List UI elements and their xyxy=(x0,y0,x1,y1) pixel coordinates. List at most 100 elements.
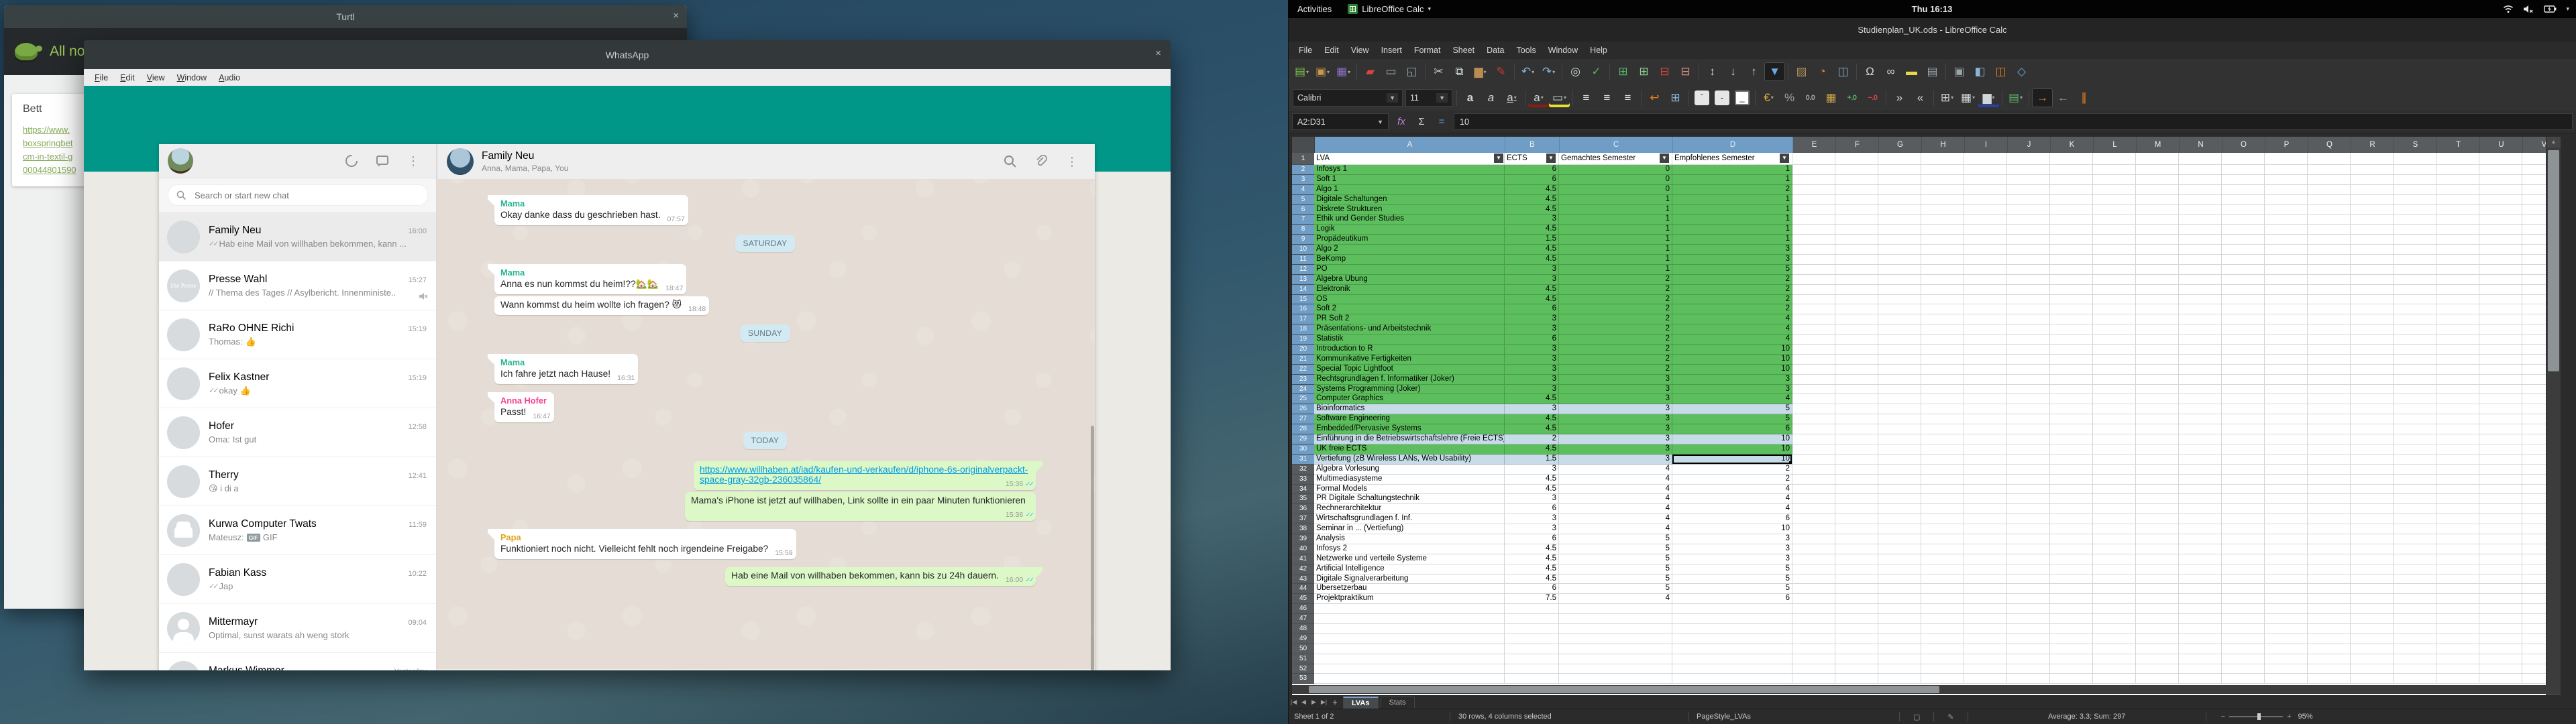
row-header[interactable]: 3 xyxy=(1292,175,1314,185)
cell-ects[interactable]: 1.5 xyxy=(1505,235,1559,245)
cell-gemachtes-semester[interactable]: 2 xyxy=(1559,285,1672,295)
column-header[interactable]: K xyxy=(2051,137,2094,153)
cell-empfohlenes-semester[interactable]: 1 xyxy=(1672,215,1792,225)
table-row[interactable]: 4 Algo 1 4.5 0 2 xyxy=(1292,185,2558,195)
cell-gemachtes-semester[interactable] xyxy=(1559,654,1672,664)
message-sender[interactable]: Anna Hofer xyxy=(500,396,548,406)
cell-course[interactable] xyxy=(1314,664,1505,674)
cell-empfohlenes-semester[interactable] xyxy=(1672,604,1792,614)
cell-empfohlenes-semester[interactable]: 6 xyxy=(1672,514,1792,524)
paste-icon[interactable]: ▆ xyxy=(1470,62,1491,81)
cell-course[interactable]: Vertiefung (zB Wireless LANs, Web Usabil… xyxy=(1314,455,1505,465)
cell-course[interactable]: BeKomp xyxy=(1314,255,1505,265)
row-header[interactable]: 51 xyxy=(1292,654,1314,664)
headers-and-footers-icon[interactable]: ▣ xyxy=(1949,62,1970,81)
cell-course[interactable] xyxy=(1314,674,1505,684)
cell-ects[interactable] xyxy=(1505,604,1559,614)
table-row[interactable]: 5 Digitale Schaltungen 4.5 1 1 xyxy=(1292,195,2558,205)
row-header[interactable]: 5 xyxy=(1292,195,1314,205)
copy-icon[interactable]: ⧉ xyxy=(1449,62,1470,81)
cell-empfohlenes-semester[interactable] xyxy=(1672,644,1792,654)
cell-course[interactable]: PR Soft 2 xyxy=(1314,314,1505,324)
table-row[interactable]: 9 Propädeutikum 1.5 1 1 xyxy=(1292,235,2558,245)
cell-d1[interactable]: ▼Empfohlenes Semester xyxy=(1672,153,1792,165)
cell-gemachtes-semester[interactable]: 0 xyxy=(1559,175,1672,185)
table-row[interactable]: 16 Soft 2 6 2 2 xyxy=(1292,304,2558,314)
message-sender[interactable]: Mama xyxy=(500,357,632,367)
table-row[interactable]: 29 Einführung in die Betriebswirtschafts… xyxy=(1292,434,2558,444)
cell-empfohlenes-semester[interactable]: 4 xyxy=(1672,504,1792,514)
cell-course[interactable]: Seminar in ... (Vertiefung) xyxy=(1314,524,1505,534)
valign-top-icon[interactable]: ˉ xyxy=(1695,90,1709,105)
table-row[interactable]: 33 Multimediasysteme 4.5 4 2 xyxy=(1292,475,2558,485)
percent-icon[interactable]: % xyxy=(1779,88,1800,107)
cell-empfohlenes-semester[interactable]: 6 xyxy=(1672,424,1792,434)
row-header[interactable]: 49 xyxy=(1292,634,1314,644)
cell-empfohlenes-semester[interactable]: 3 xyxy=(1672,554,1792,564)
cell-gemachtes-semester[interactable]: 4 xyxy=(1559,485,1672,495)
cell-empfohlenes-semester[interactable]: 5 xyxy=(1672,584,1792,594)
whatsapp-close-icon[interactable]: × xyxy=(1155,48,1161,59)
cell-gemachtes-semester[interactable]: 2 xyxy=(1559,324,1672,335)
cell-empfohlenes-semester[interactable]: 2 xyxy=(1672,285,1792,295)
calc-menu-item[interactable]: Sheet xyxy=(1446,46,1481,55)
table-row[interactable]: 40 Infosys 2 4.5 5 3 xyxy=(1292,544,2558,554)
cell-ects[interactable]: 4.5 xyxy=(1505,285,1559,295)
cell-gemachtes-semester[interactable]: 1 xyxy=(1559,205,1672,215)
table-row[interactable]: 28 Embedded/Pervasive Systems 4.5 3 6 xyxy=(1292,424,2558,434)
cell-ects[interactable]: 6 xyxy=(1505,534,1559,544)
cell-course[interactable]: Wirtschaftsgrundlagen f. Inf. xyxy=(1314,514,1505,524)
row-header[interactable]: 18 xyxy=(1292,324,1314,335)
table-row[interactable]: 26 Bioinformatics 3 3 5 xyxy=(1292,404,2558,414)
cell-course[interactable]: Einführung in die Betriebswirtschaftsleh… xyxy=(1314,434,1505,444)
cell-ects[interactable]: 4.5 xyxy=(1505,195,1559,205)
row-header[interactable]: 12 xyxy=(1292,265,1314,275)
cell-gemachtes-semester[interactable]: 1 xyxy=(1559,225,1672,235)
cell-empfohlenes-semester[interactable]: 10 xyxy=(1672,434,1792,444)
special-character-icon[interactable]: Ω xyxy=(1860,62,1880,81)
cell-empfohlenes-semester[interactable]: 10 xyxy=(1672,444,1792,455)
hyperlink-icon[interactable]: ∞ xyxy=(1880,62,1901,81)
cell-ects[interactable]: 3 xyxy=(1505,355,1559,365)
cell-ects[interactable]: 4.5 xyxy=(1505,225,1559,235)
row-header[interactable]: 10 xyxy=(1292,245,1314,255)
cell-ects[interactable]: 4.5 xyxy=(1505,424,1559,434)
insert-image-icon[interactable]: ▨ xyxy=(1791,62,1812,81)
cell-gemachtes-semester[interactable]: 3 xyxy=(1559,375,1672,385)
cell-ects[interactable] xyxy=(1505,614,1559,624)
cell-ects[interactable]: 7.5 xyxy=(1505,594,1559,604)
cell-course[interactable] xyxy=(1314,604,1505,614)
chat-list-item[interactable]: Markus Wimmer Yesterday Omg 😄 Frag mal o… xyxy=(159,653,436,670)
table-row[interactable]: 50 xyxy=(1292,644,2558,654)
column-header[interactable]: P xyxy=(2265,137,2308,153)
sheet-tab-stats[interactable]: Stats xyxy=(1381,697,1415,708)
table-row[interactable]: 42 Artificial Intelligence 4.5 5 5 xyxy=(1292,564,2558,575)
row-header[interactable]: 43 xyxy=(1292,575,1314,585)
cell-gemachtes-semester[interactable] xyxy=(1559,604,1672,614)
calc-menu-item[interactable]: File xyxy=(1293,46,1318,55)
find-and-replace-icon[interactable]: ◎ xyxy=(1565,62,1586,81)
row-header[interactable]: 13 xyxy=(1292,275,1314,285)
conversation-scrollbar[interactable] xyxy=(1091,426,1094,670)
italic-icon[interactable]: a xyxy=(1481,88,1501,107)
table-row[interactable]: 41 Netzwerke und verteile Systeme 4.5 5 … xyxy=(1292,554,2558,564)
cell-ects[interactable]: 3 xyxy=(1505,365,1559,375)
calc-menu-item[interactable]: Tools xyxy=(1511,46,1542,55)
cell-empfohlenes-semester[interactable] xyxy=(1672,674,1792,684)
cell-ects[interactable]: 3 xyxy=(1505,385,1559,395)
row-header[interactable]: 28 xyxy=(1292,424,1314,434)
zoom-slider-knob[interactable] xyxy=(2257,713,2261,720)
row-header[interactable]: 34 xyxy=(1292,485,1314,495)
column-header[interactable]: B xyxy=(1505,137,1560,153)
cell-gemachtes-semester[interactable]: 3 xyxy=(1559,444,1672,455)
cell-ects[interactable]: 6 xyxy=(1505,304,1559,314)
cell-empfohlenes-semester[interactable]: 10 xyxy=(1672,355,1792,365)
row-header[interactable]: 25 xyxy=(1292,394,1314,404)
table-row[interactable]: 43 Digitale Signalverarbeitung 4.5 5 5 xyxy=(1292,575,2558,585)
column-header[interactable]: A xyxy=(1315,137,1505,153)
cell-a1[interactable]: ▼LVA xyxy=(1314,153,1505,165)
cell-ects[interactable]: 4.5 xyxy=(1505,554,1559,564)
row-header[interactable]: 22 xyxy=(1292,365,1314,375)
whatsapp-menu-item[interactable]: View xyxy=(141,73,171,82)
cell-gemachtes-semester[interactable]: 4 xyxy=(1559,494,1672,504)
